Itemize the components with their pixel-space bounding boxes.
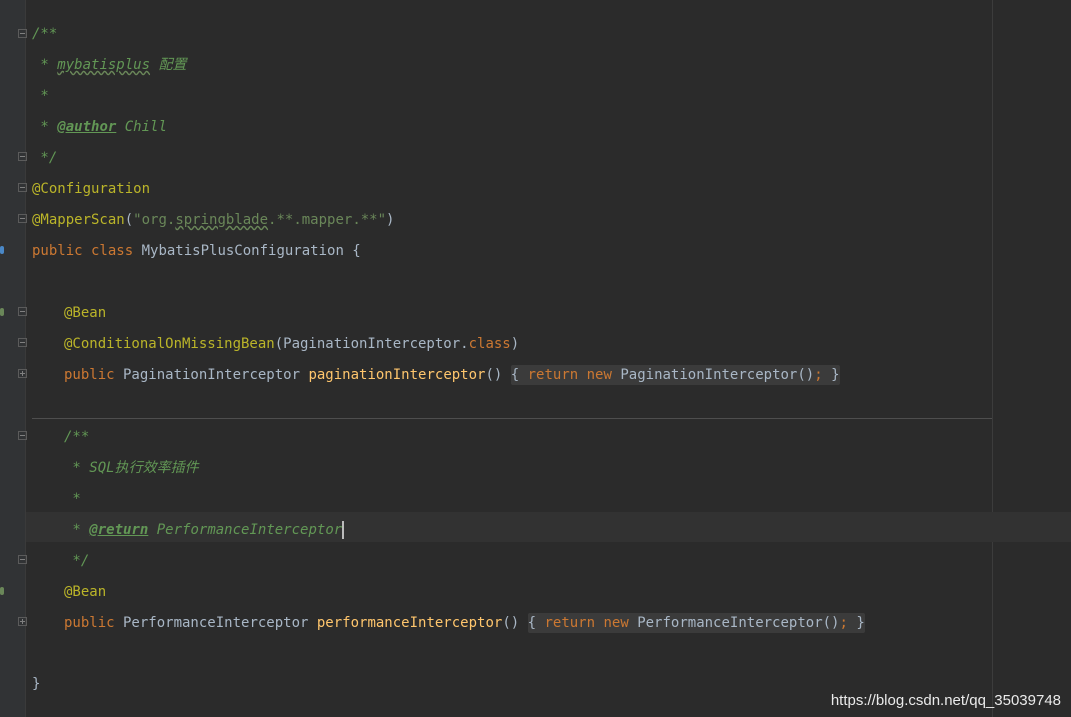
code-text: PaginationInterceptor() (611, 367, 815, 383)
fold-collapse-icon[interactable] (18, 152, 27, 161)
annotation: @ConditionalOnMissingBean (64, 336, 275, 352)
code-line[interactable]: * mybatisplus 配置 (32, 55, 186, 75)
fold-collapse-icon[interactable] (18, 29, 27, 38)
doc-comment-text: */ (64, 553, 90, 569)
fold-expand-icon[interactable] (18, 369, 27, 378)
annotation: @Bean (64, 305, 107, 321)
code-text: PerformanceInterceptor() (628, 615, 840, 631)
method-name: performanceInterceptor (316, 615, 503, 631)
keyword: public (64, 615, 115, 631)
code-line[interactable]: * SQL执行效率插件 (64, 458, 199, 478)
doc-comment-text: * (32, 88, 49, 104)
code-text: (PaginationInterceptor. (274, 336, 469, 352)
doc-comment-text: /** (32, 26, 58, 42)
code-line[interactable]: * (64, 489, 81, 509)
fold-collapse-icon[interactable] (18, 338, 27, 347)
fold-collapse-icon[interactable] (18, 214, 27, 223)
code-line[interactable]: public class MybatisPlusConfiguration { (32, 241, 361, 261)
code-text: } (822, 367, 840, 383)
fold-expand-icon[interactable] (18, 617, 27, 626)
code-line[interactable]: @ConditionalOnMissingBean(PaginationInte… (64, 334, 519, 354)
annotation: @MapperScan (32, 212, 125, 228)
keyword: public (64, 367, 115, 383)
code-line[interactable]: } (32, 674, 40, 694)
fold-collapse-icon[interactable] (18, 183, 27, 192)
editor-gutter[interactable] (0, 0, 25, 717)
code-line[interactable]: public PerformanceInterceptor performanc… (64, 613, 865, 633)
code-line[interactable]: @Bean (64, 582, 106, 602)
code-text: () (502, 615, 528, 631)
implemented-arrow-icon[interactable] (0, 246, 4, 254)
code-line[interactable]: */ (32, 148, 57, 168)
string-literal: "org. (133, 212, 176, 228)
keyword: class (468, 336, 511, 352)
fold-collapse-icon[interactable] (18, 555, 27, 564)
annotation: @Configuration (32, 181, 151, 197)
code-text: MybatisPlusConfiguration { (133, 243, 361, 259)
code-text: ) (510, 336, 520, 352)
doc-comment-text: */ (32, 150, 58, 166)
doc-comment-text: * SQL执行效率插件 (64, 460, 199, 476)
string-literal: .**.mapper.**" (268, 212, 387, 228)
javadoc-tag: @return (89, 522, 149, 538)
code-line[interactable]: /** (32, 24, 57, 44)
method-separator (32, 418, 992, 419)
doc-comment-text: * (64, 522, 90, 538)
fold-collapse-icon[interactable] (18, 431, 27, 440)
doc-comment-text: * (64, 491, 81, 507)
code-line[interactable]: @MapperScan("org.springblade.**.mapper.*… (32, 210, 394, 230)
keyword: return new (527, 367, 612, 383)
code-line[interactable]: public PaginationInterceptor paginationI… (64, 365, 840, 385)
code-line[interactable]: @Bean (64, 303, 106, 323)
doc-comment-text: mybatisplus (57, 57, 151, 73)
code-text: { (510, 367, 528, 383)
code-text: PaginationInterceptor (114, 367, 309, 383)
bean-gutter-icon[interactable] (0, 308, 4, 316)
right-margin-guide (992, 0, 993, 717)
gutter-separator (25, 0, 26, 717)
code-text: { (527, 615, 545, 631)
method-name: paginationInterceptor (308, 367, 486, 383)
doc-comment-text: Chill (116, 119, 167, 135)
code-line[interactable]: * @author Chill (32, 117, 167, 137)
semicolon: ; (839, 615, 848, 631)
folded-region[interactable]: { return new PerformanceInterceptor(); } (527, 613, 865, 633)
code-line-current[interactable]: * @return PerformanceInterceptor (64, 520, 345, 540)
string-literal: springblade (175, 212, 269, 228)
code-line[interactable]: /** (64, 427, 89, 447)
annotation: @Bean (64, 584, 107, 600)
text-caret (342, 521, 345, 539)
code-line[interactable]: */ (64, 551, 89, 571)
doc-comment-text: * (32, 119, 58, 135)
code-line[interactable]: @Configuration (32, 179, 150, 199)
folded-region[interactable]: { return new PaginationInterceptor(); } (510, 365, 840, 385)
bean-gutter-icon[interactable] (0, 587, 4, 595)
doc-comment-text: 配置 (150, 57, 187, 73)
code-text: PerformanceInterceptor (114, 615, 317, 631)
javadoc-tag: @author (57, 119, 117, 135)
doc-comment-text: /** (64, 429, 90, 445)
semicolon: ; (814, 367, 823, 383)
code-text: ) (386, 212, 395, 228)
doc-comment-text: PerformanceInterceptor (148, 522, 343, 538)
code-text: } (847, 615, 865, 631)
fold-collapse-icon[interactable] (18, 307, 27, 316)
code-text: ( (124, 212, 134, 228)
code-text: () (485, 367, 511, 383)
doc-comment-text: * (32, 57, 58, 73)
keyword: public class (32, 243, 134, 259)
watermark: https://blog.csdn.net/qq_35039748 (830, 692, 1061, 709)
code-text: } (32, 676, 41, 692)
keyword: return new (544, 615, 629, 631)
code-line[interactable]: * (32, 86, 49, 106)
